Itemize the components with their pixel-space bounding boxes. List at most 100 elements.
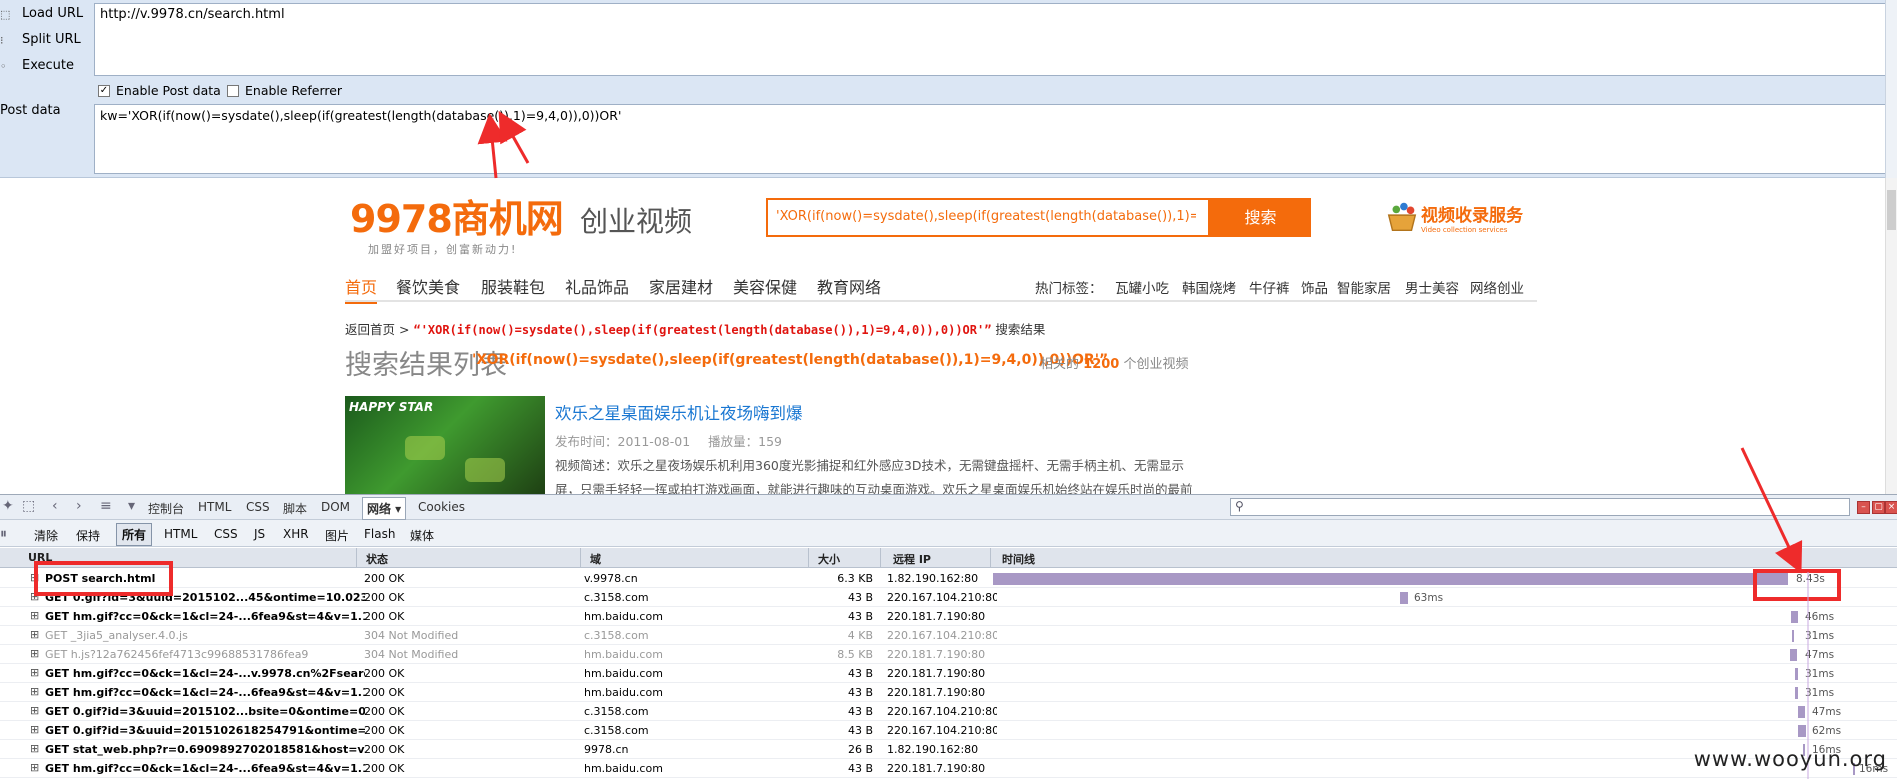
nav-item-beauty[interactable]: 美容保健 [733, 274, 797, 298]
expand-row-icon[interactable]: ⊞ [30, 761, 39, 774]
table-row[interactable]: ⊞ GET stat_web.php?r=0.6909892702018581&h… [0, 740, 1897, 759]
timeline-bar[interactable] [1795, 687, 1798, 699]
forward-icon[interactable]: › [76, 498, 82, 514]
expand-row-icon[interactable]: ⊞ [30, 723, 39, 736]
nav-item-gifts[interactable]: 礼品饰品 [565, 274, 629, 298]
tab-cookies[interactable]: Cookies [418, 500, 465, 514]
timeline-bar[interactable] [1790, 649, 1797, 661]
filter-xhr[interactable]: XHR [283, 527, 309, 541]
request-url[interactable]: GET stat_web.php?r=0.6909892702018581&ho… [45, 743, 365, 756]
nav-item-home-building[interactable]: 家居建材 [649, 274, 713, 298]
page-scrollbar-thumb[interactable] [1887, 190, 1896, 230]
expand-row-icon[interactable]: ⊞ [30, 647, 39, 660]
breadcrumb-home-link[interactable]: 返回首页 [345, 322, 395, 337]
column-domain[interactable]: 域 [590, 551, 601, 567]
table-row[interactable]: ⊞ GET 0.gif?id=3&uuid=2015102618254791&on… [0, 721, 1897, 740]
column-divider[interactable] [880, 548, 881, 568]
timeline-bar[interactable] [1798, 706, 1805, 718]
request-url[interactable]: GET 0.gif?id=3&uuid=2015102...bsite=0&on… [45, 705, 365, 718]
hot-tag[interactable]: 饰品 [1301, 277, 1328, 297]
video-title-link[interactable]: 欢乐之星桌面娱乐机让夜场嗨到爆 [555, 400, 803, 424]
tab-console[interactable]: 控制台 [148, 500, 184, 517]
column-divider[interactable] [356, 548, 357, 568]
column-size[interactable]: 大小 [818, 551, 840, 567]
request-url[interactable]: GET h.js?12a762456fef4713c99688531786fea… [45, 648, 365, 661]
back-icon[interactable]: ‹ [52, 498, 58, 514]
table-row[interactable]: ⊞ GET _3jia5_analyser.4.0.js 304 Not Modif… [0, 626, 1897, 645]
tab-network[interactable]: 网络 ▾ [362, 497, 407, 520]
request-url[interactable]: GET 0.gif?id=3&uuid=2015102618254791&ont… [45, 724, 365, 737]
filter-images[interactable]: 图片 [325, 527, 349, 544]
post-data-input[interactable]: kw='XOR(if(now()=sysdate(),sleep(if(grea… [94, 104, 1886, 174]
hackbar-scrollbar[interactable] [1885, 0, 1897, 178]
hot-tag[interactable]: 男士美容 [1405, 277, 1459, 297]
request-url[interactable]: GET hm.gif?cc=0&ck=1&cl=24-...6fea9&st=4… [45, 686, 365, 699]
video-thumbnail[interactable]: HAPPY STAR [345, 396, 545, 496]
enable-post-checkbox[interactable]: ✓ Enable Post data [98, 83, 221, 98]
execute-button[interactable]: ◦ Execute [0, 58, 74, 73]
timeline-bar[interactable] [1792, 630, 1794, 642]
nav-item-clothing[interactable]: 服装鞋包 [481, 274, 545, 298]
nav-item-education[interactable]: 教育网络 [817, 274, 881, 298]
filter-flash[interactable]: Flash [364, 527, 395, 541]
dropdown-icon[interactable]: ▾ [128, 498, 135, 514]
tab-dom[interactable]: DOM [321, 500, 350, 514]
table-row[interactable]: ⊞ GET 0.gif?id=3&uuid=2015102...bsite=0&o… [0, 702, 1897, 721]
column-divider[interactable] [990, 548, 991, 568]
request-url[interactable]: GET hm.gif?cc=0&ck=1&cl=24-...6fea9&st=4… [45, 762, 365, 775]
column-divider[interactable] [580, 548, 581, 568]
tab-css[interactable]: CSS [246, 500, 270, 514]
video-service-link[interactable]: 视频收录服务 Video collection services [1383, 198, 1523, 236]
timeline-bar[interactable] [1400, 592, 1408, 604]
close-icon[interactable]: × [1885, 501, 1897, 514]
hot-tag[interactable]: 牛仔裤 [1249, 277, 1290, 297]
site-logo[interactable]: 9978商机网 加盟好项目，创富新动力! [350, 188, 564, 257]
expand-row-icon[interactable]: ⊞ [30, 742, 39, 755]
hot-tag[interactable]: 韩国烧烤 [1182, 277, 1236, 297]
column-status[interactable]: 状态 [366, 551, 388, 567]
expand-row-icon[interactable]: ⊞ [30, 685, 39, 698]
filter-html[interactable]: HTML [164, 527, 197, 541]
timeline-bar[interactable] [1791, 611, 1798, 623]
table-row[interactable]: ⊞ GET hm.gif?cc=0&ck=1&cl=24-...v.9978.cn… [0, 664, 1897, 683]
timeline-bar[interactable] [1795, 668, 1798, 680]
inspect-icon[interactable]: ⬚ [22, 498, 35, 514]
expand-row-icon[interactable]: ⊞ [30, 666, 39, 679]
site-search-input[interactable]: 'XOR(if(now()=sysdate(),sleep(if(greates… [776, 209, 1196, 224]
filter-media[interactable]: 媒体 [410, 527, 434, 544]
timeline-bar[interactable] [1798, 725, 1806, 737]
timeline-bar[interactable] [993, 573, 1788, 585]
table-row[interactable]: ⊞ POST search.html 200 OK v.9978.cn 6.3 KB 1.… [0, 569, 1897, 588]
table-row[interactable]: ⊞ GET 0.gif?id=3&uuid=2015102...45&ontime… [0, 588, 1897, 607]
load-url-button[interactable]: ⬚ Load URL [0, 6, 83, 21]
tab-script[interactable]: 脚本 [283, 500, 307, 517]
request-url[interactable]: GET hm.gif?cc=0&ck=1&cl=24-...v.9978.cn%… [45, 667, 365, 680]
site-search-button[interactable]: 搜索 [1210, 198, 1311, 237]
firebug-search-input[interactable]: ⚲ [1230, 498, 1850, 516]
table-row[interactable]: ⊞ GET hm.gif?cc=0&ck=1&cl=24-...6fea9&st=… [0, 607, 1897, 626]
split-url-button[interactable]: ⁝ Split URL [0, 32, 81, 47]
column-divider[interactable] [808, 548, 809, 568]
persist-button[interactable]: 保持 [76, 527, 100, 544]
column-remote-ip[interactable]: 远程 IP [893, 551, 931, 567]
expand-row-icon[interactable]: ⊞ [30, 609, 39, 622]
table-row[interactable]: ⊞ GET hm.gif?cc=0&ck=1&cl=24-...6fea9&st=… [0, 759, 1897, 778]
firebug-icon[interactable]: ✦ [2, 498, 14, 514]
column-timeline[interactable]: 时间线 [1002, 551, 1035, 567]
tab-html[interactable]: HTML [198, 500, 231, 514]
url-input[interactable]: http://v.9978.cn/search.html [94, 3, 1886, 76]
restore-icon[interactable]: ▢ [1872, 501, 1885, 514]
site-search-box[interactable]: 'XOR(if(now()=sysdate(),sleep(if(greates… [766, 198, 1210, 237]
request-url[interactable]: GET _3jia5_analyser.4.0.js [45, 629, 365, 642]
hot-tag[interactable]: 智能家居 [1337, 277, 1391, 297]
menu-icon[interactable]: ≡ [100, 498, 112, 514]
table-row[interactable]: ⊞ GET hm.gif?cc=0&ck=1&cl=24-...6fea9&st=… [0, 683, 1897, 702]
hot-tag[interactable]: 网络创业 [1470, 277, 1524, 297]
filter-css[interactable]: CSS [214, 527, 238, 541]
minimize-icon[interactable]: – [1857, 501, 1870, 514]
pause-icon[interactable]: ⏸ [0, 526, 7, 542]
nav-item-food[interactable]: 餐饮美食 [396, 274, 460, 298]
clear-button[interactable]: 清除 [34, 527, 58, 544]
page-scrollbar[interactable] [1885, 178, 1897, 494]
request-url[interactable]: GET hm.gif?cc=0&ck=1&cl=24-...6fea9&st=4… [45, 610, 365, 623]
